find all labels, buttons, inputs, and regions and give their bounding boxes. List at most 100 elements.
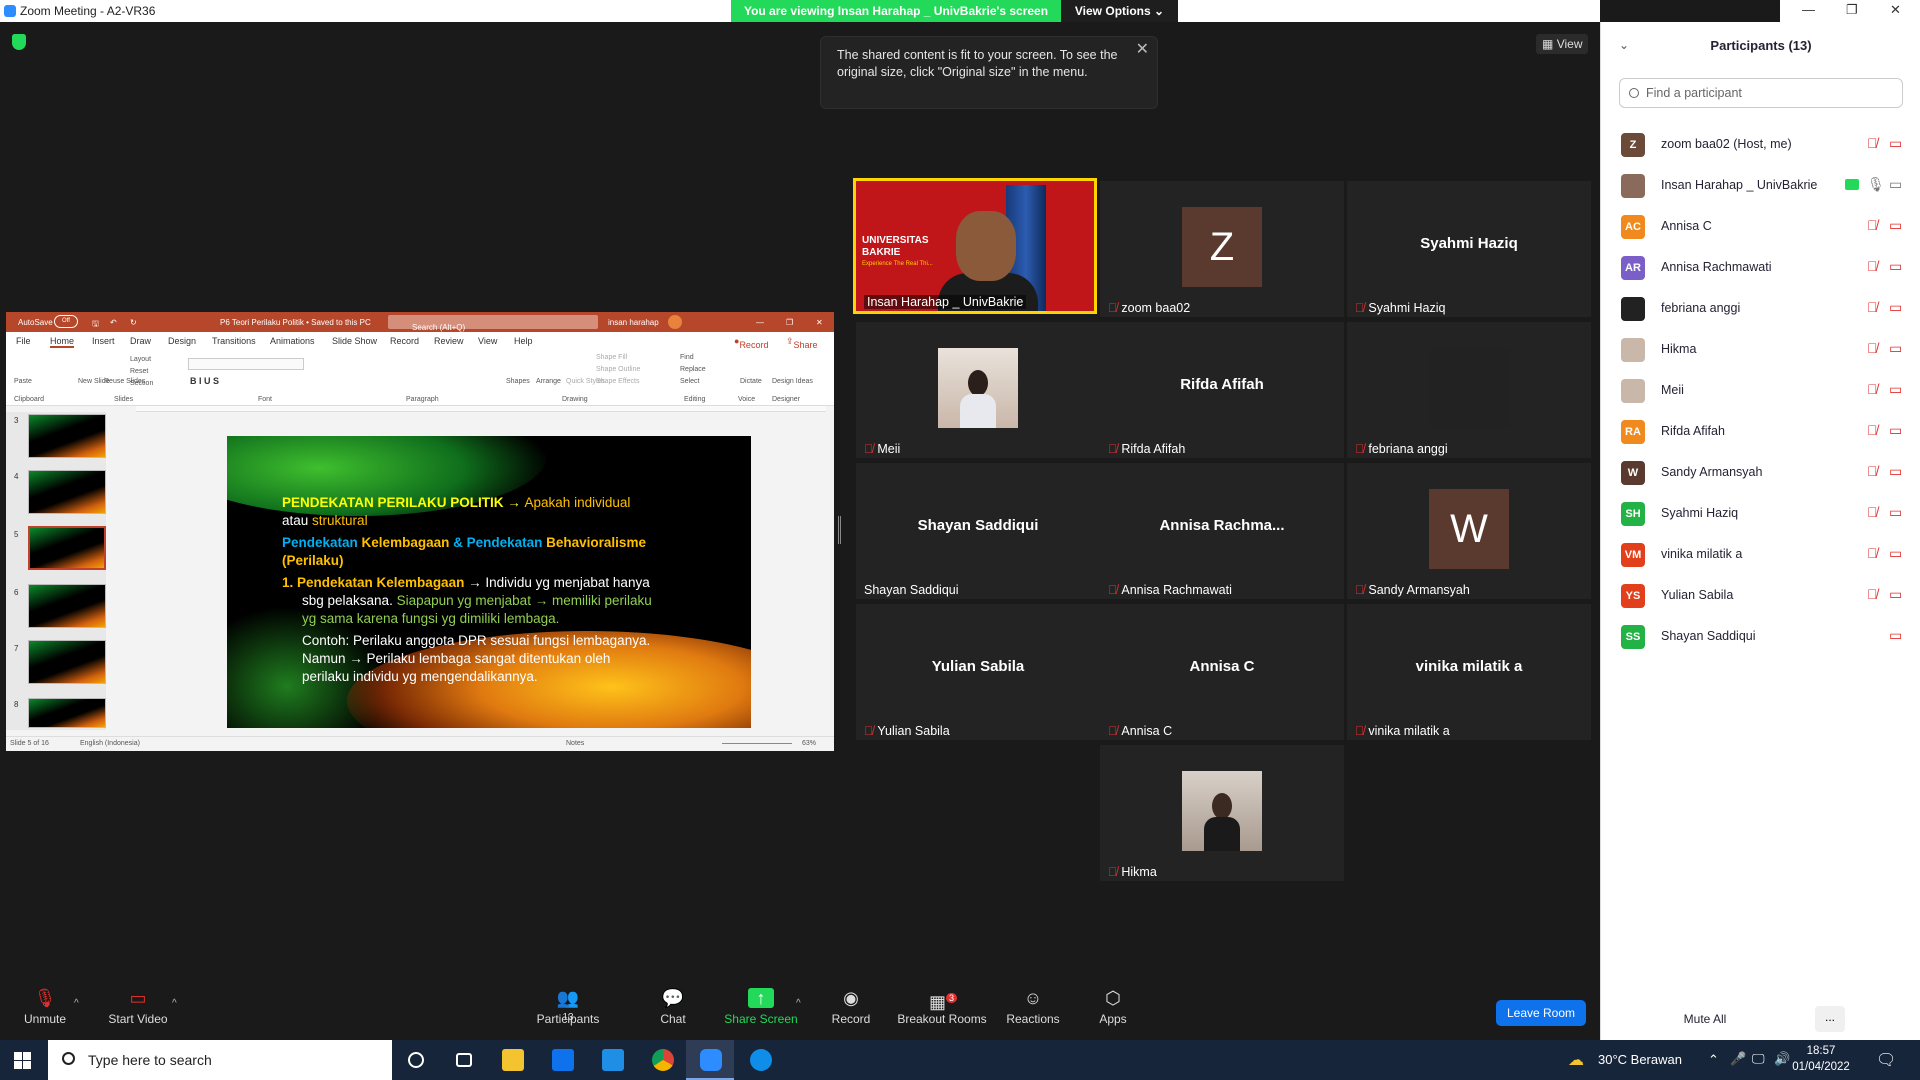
participant-row[interactable]: AC Annisa C 🎙̸ ▭ <box>1601 206 1920 247</box>
participant-search-input[interactable]: Find a participant <box>1619 78 1903 108</box>
weather-text[interactable]: 30°C Berawan <box>1598 1052 1682 1067</box>
arrange-button[interactable]: Arrange <box>536 378 561 385</box>
close-icon[interactable]: ✕ <box>1890 2 1901 18</box>
participant-row[interactable]: Insan Harahap _ UnivBakrie 🎙 ▭ <box>1601 165 1920 206</box>
mic-icon[interactable]: 🎙 <box>1867 176 1885 194</box>
participant-row[interactable]: Meii 🎙̸ ▭ <box>1601 370 1920 411</box>
close-icon[interactable]: ✕ <box>1136 41 1149 58</box>
replace-button[interactable]: Replace <box>680 366 706 373</box>
find-button[interactable]: Find <box>680 354 694 361</box>
video-tile-sandy[interactable]: W 🎙̸ Sandy Armansyah <box>1347 463 1591 599</box>
ppt-tab-animations[interactable]: Animations <box>270 336 315 346</box>
breakout-rooms-button[interactable]: ▦ 3 Breakout Rooms <box>896 980 988 1040</box>
video-options-caret[interactable]: ^ <box>172 998 177 1009</box>
video-tile-febriana[interactable]: 🎙̸ febriana anggi <box>1347 322 1591 458</box>
participant-row[interactable]: AR Annisa Rachmawati 🎙̸ ▭ <box>1601 247 1920 288</box>
shape-effects-button[interactable]: Shape Effects <box>596 378 639 385</box>
ppt-tab-record[interactable]: Record <box>390 336 419 346</box>
participant-row[interactable]: RA Rifda Afifah 🎙̸ ▭ <box>1601 411 1920 452</box>
video-off-icon[interactable]: ▭ <box>1889 135 1907 153</box>
zoom-slider[interactable] <box>722 743 792 744</box>
video-tile-syahmi[interactable]: Syahmi Haziq 🎙̸ Syahmi Haziq <box>1347 181 1591 317</box>
participant-row[interactable]: SH Syahmi Haziq 🎙̸ ▭ <box>1601 493 1920 534</box>
slide-thumbnail[interactable] <box>28 698 106 728</box>
layout-button[interactable]: Layout <box>130 356 151 363</box>
video-tile-annisa-r[interactable]: Annisa Rachma... 🎙̸ Annisa Rachmawati <box>1100 463 1344 599</box>
participant-row[interactable]: YS Yulian Sabila 🎙̸ ▭ <box>1601 575 1920 616</box>
mic-muted-icon[interactable]: 🎙̸ <box>1867 586 1883 604</box>
teamviewer-icon[interactable] <box>736 1040 784 1080</box>
apps-button[interactable]: ⬡ Apps <box>1080 980 1146 1040</box>
paste-button[interactable]: Paste <box>14 378 32 385</box>
zoom-taskbar-icon[interactable] <box>686 1040 734 1080</box>
view-button[interactable]: ▦ View <box>1536 34 1588 54</box>
slide-canvas[interactable]: PENDEKATAN PERILAKU POLITIK → Apakah ind… <box>227 436 751 728</box>
mail-icon[interactable] <box>588 1040 636 1080</box>
video-off-icon[interactable]: ▭ <box>1889 381 1907 399</box>
video-off-icon[interactable]: ▭ <box>1889 504 1907 522</box>
network-icon[interactable]: 🖵 <box>1752 1051 1765 1067</box>
ppt-tab-insert[interactable]: Insert <box>92 336 115 346</box>
video-icon[interactable]: ▭ <box>1889 176 1907 194</box>
restore-icon[interactable]: ❐ <box>1846 2 1858 18</box>
shape-fill-button[interactable]: Shape Fill <box>596 354 627 361</box>
video-off-icon[interactable]: ▭ <box>1889 463 1907 481</box>
video-off-icon[interactable]: ▭ <box>1889 217 1907 235</box>
mic-muted-icon[interactable]: 🎙̸ <box>1867 504 1883 522</box>
split-drag-handle[interactable] <box>838 516 841 544</box>
security-shield-icon[interactable] <box>12 34 26 50</box>
section-button[interactable]: Section <box>130 380 153 387</box>
share-screen-button[interactable]: ↑ Share Screen <box>722 980 800 1040</box>
taskbar-search-input[interactable]: Type here to search <box>48 1040 392 1080</box>
mute-all-button[interactable]: Mute All <box>1667 1006 1743 1032</box>
task-view-icon[interactable] <box>440 1040 488 1080</box>
video-off-icon[interactable]: ▭ <box>1889 258 1907 276</box>
video-off-icon[interactable]: ▭ <box>1889 627 1907 645</box>
redo-icon[interactable]: ↻ <box>130 318 137 327</box>
font-format-buttons[interactable]: B I U S <box>190 376 219 386</box>
participant-row[interactable]: febriana anggi 🎙̸ ▭ <box>1601 288 1920 329</box>
participant-row[interactable]: Zzoom baa02 (Host, me) 🎙̸ ▭ <box>1601 124 1920 165</box>
video-tile-annisa-c[interactable]: Annisa C 🎙̸ Annisa C <box>1100 604 1344 740</box>
chrome-icon[interactable] <box>638 1040 686 1080</box>
participant-row[interactable]: W Sandy Armansyah 🎙̸ ▭ <box>1601 452 1920 493</box>
mic-muted-icon[interactable]: 🎙̸ <box>1867 340 1883 358</box>
dictate-button[interactable]: Dictate <box>740 378 762 385</box>
video-tile-insan[interactable]: UNIVERSITAS BAKRIE Experience The Real T… <box>853 178 1097 314</box>
ppt-tab-slideshow[interactable]: Slide Show <box>332 336 377 346</box>
shape-outline-button[interactable]: Shape Outline <box>596 366 640 373</box>
ppt-share-button[interactable]: ⇪ Share <box>786 336 818 350</box>
store-icon[interactable] <box>538 1040 586 1080</box>
video-off-icon[interactable]: ▭ <box>1889 422 1907 440</box>
video-tile-shayan[interactable]: Shayan Saddiqui Shayan Saddiqui <box>856 463 1100 599</box>
file-explorer-icon[interactable] <box>488 1040 536 1080</box>
video-off-icon[interactable]: ▭ <box>1889 586 1907 604</box>
chevron-up-icon[interactable]: ⌃ <box>1708 1052 1719 1068</box>
slide-thumbnail-selected[interactable] <box>28 526 106 570</box>
ppt-tab-design[interactable]: Design <box>168 336 196 346</box>
windows-start-icon[interactable] <box>14 1052 31 1069</box>
notification-icon[interactable]: 🗨 <box>1876 1050 1896 1070</box>
slide-thumbnail[interactable] <box>28 584 106 628</box>
participant-row[interactable]: Hikma 🎙̸ ▭ <box>1601 329 1920 370</box>
restore-icon[interactable]: ❐ <box>786 318 793 327</box>
close-icon[interactable]: ✕ <box>816 318 823 327</box>
slide-thumbnail[interactable] <box>28 414 106 458</box>
record-button[interactable]: ◉ Record <box>818 980 884 1040</box>
video-tile-meii[interactable]: 🎙̸ Meii <box>856 322 1100 458</box>
taskbar-clock[interactable]: 18:57 01/04/2022 <box>1784 1043 1858 1075</box>
shared-screen[interactable]: AutoSave Off 🖫 ↶ ↻ P6 Teori Perilaku Pol… <box>6 312 834 751</box>
ppt-tab-help[interactable]: Help <box>514 336 533 346</box>
mic-muted-icon[interactable]: 🎙̸ <box>1867 545 1883 563</box>
video-off-icon[interactable]: ▭ <box>1889 299 1907 317</box>
participant-row[interactable]: VM vinika milatik a 🎙̸ ▭ <box>1601 534 1920 575</box>
view-options-button[interactable]: View Options ⌄ <box>1061 0 1178 22</box>
ppt-tab-review[interactable]: Review <box>434 336 464 346</box>
chat-button[interactable]: 💬 Chat <box>640 980 706 1040</box>
participants-button[interactable]: 👥13 Participants <box>530 980 606 1040</box>
design-ideas-button[interactable]: Design Ideas <box>772 378 813 385</box>
shapes-button[interactable]: Shapes <box>506 378 530 385</box>
video-tile-zoom-baa02[interactable]: Z 🎙̸ zoom baa02 <box>1100 181 1344 317</box>
notes-button[interactable]: Notes <box>566 740 584 747</box>
mic-muted-icon[interactable]: 🎙̸ <box>1867 135 1883 153</box>
